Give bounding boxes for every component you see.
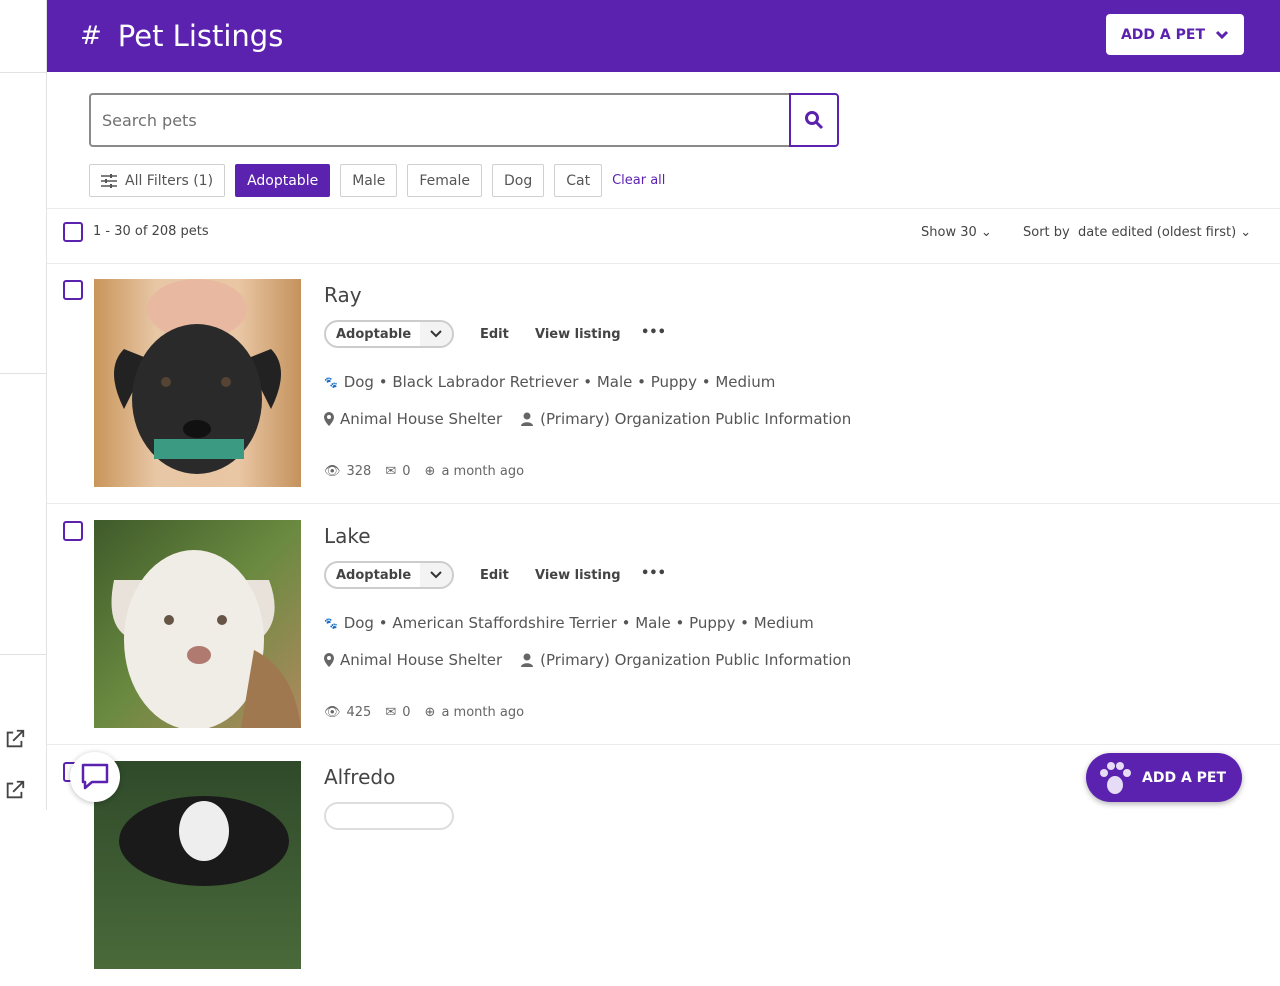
edit-link[interactable]: Edit	[480, 568, 509, 583]
envelope-icon: ✉	[385, 705, 397, 720]
pet-stats: 👁 328 ✉ 0 ⊕ a month ago	[324, 464, 524, 479]
all-filters-label: All Filters (1)	[125, 172, 214, 189]
result-count: 1 - 30 of 208 pets	[93, 224, 209, 239]
eye-icon: 👁	[324, 705, 341, 720]
chevron-down-icon	[420, 322, 452, 346]
status-dropdown[interactable]: Adoptable	[324, 561, 454, 589]
pet-photo[interactable]	[94, 279, 301, 487]
pet-details: 🐾 Dog • American Staffordshire Terrier • …	[324, 614, 814, 632]
plus-circle-icon: ⊕	[424, 705, 436, 720]
sort-label: Sort by	[1023, 225, 1070, 240]
status-value: Adoptable	[336, 326, 412, 342]
divider	[0, 72, 47, 73]
location-text: Animal House Shelter	[340, 410, 503, 428]
chevron-down-icon	[1215, 30, 1229, 39]
filter-chip-adoptable[interactable]: Adoptable	[235, 164, 331, 197]
chat-button[interactable]	[70, 752, 120, 802]
messages-count: 0	[402, 705, 411, 720]
filter-chip-male[interactable]: Male	[340, 164, 398, 197]
pet-checkbox[interactable]	[63, 280, 83, 300]
all-filters-button[interactable]: All Filters (1)	[89, 164, 226, 197]
details-text: Dog • American Staffordshire Terrier • M…	[343, 614, 814, 632]
pet-location: Animal House Shelter (Primary) Organizati…	[324, 410, 851, 428]
user-icon	[521, 412, 534, 426]
sort-select[interactable]: Sort by date edited (oldest first) ⌄	[1023, 225, 1251, 240]
pet-photo[interactable]	[94, 520, 301, 728]
divider	[47, 208, 1280, 209]
pet-stats: 👁 425 ✉ 0 ⊕ a month ago	[324, 705, 524, 720]
fab-label: ADD A PET	[1142, 769, 1227, 786]
pet-checkbox[interactable]	[63, 521, 83, 541]
divider	[0, 373, 47, 374]
add-pet-dropdown-button[interactable]: ADD A PET	[1106, 14, 1244, 55]
filter-chip-cat[interactable]: Cat	[554, 164, 603, 197]
page-title: Pet Listings	[117, 19, 284, 53]
map-pin-icon	[324, 653, 334, 667]
chevron-down-icon	[420, 563, 452, 587]
paw-icon: 🐾	[324, 616, 338, 630]
sliders-icon	[101, 173, 117, 188]
search-input[interactable]	[89, 93, 790, 147]
clear-all-link[interactable]: Clear all	[612, 173, 665, 188]
search-button[interactable]	[789, 93, 839, 147]
sidebar	[0, 0, 47, 810]
pet-row: Lake Adoptable Edit View listing ••• 🐾 Do…	[47, 504, 1280, 745]
dog-photo	[111, 550, 301, 728]
pet-location: Animal House Shelter (Primary) Organizati…	[324, 651, 851, 669]
add-pet-fab[interactable]: ADD A PET	[1086, 753, 1242, 802]
pet-name[interactable]: Ray	[324, 283, 362, 307]
page-size-select[interactable]: Show 30 ⌄	[921, 225, 992, 240]
updated-time: a month ago	[441, 464, 525, 479]
contact-text: (Primary) Organization Public Informatio…	[540, 410, 852, 428]
views-count: 425	[346, 705, 372, 720]
paw-icon	[1100, 761, 1131, 794]
filter-chip-dog[interactable]: Dog	[492, 164, 545, 197]
divider	[0, 654, 47, 655]
views-count: 328	[346, 464, 372, 479]
dog-photo	[119, 796, 289, 886]
more-options-button[interactable]: •••	[641, 325, 666, 340]
pet-details: 🐾 Dog • Black Labrador Retriever • Male •…	[324, 373, 775, 391]
edit-link[interactable]: Edit	[480, 327, 509, 342]
updated-time: a month ago	[441, 705, 525, 720]
dog-photo	[114, 279, 281, 474]
map-pin-icon	[324, 412, 334, 426]
paw-icon: 🐾	[324, 375, 338, 389]
page-size-value: Show 30	[921, 225, 977, 240]
pet-photo[interactable]	[94, 761, 301, 969]
details-text: Dog • Black Labrador Retriever • Male • …	[343, 373, 776, 391]
user-icon	[521, 653, 534, 667]
chat-bubble-icon	[81, 763, 109, 790]
chevron-down-icon: ⌄	[1240, 225, 1252, 240]
select-all-checkbox[interactable]	[63, 222, 83, 242]
filter-bar: All Filters (1) Adoptable Male Female Do…	[89, 164, 665, 197]
status-value: Adoptable	[336, 567, 412, 583]
view-listing-link[interactable]: View listing	[535, 568, 621, 583]
pet-name[interactable]: Lake	[324, 524, 371, 548]
more-options-button[interactable]: •••	[641, 566, 666, 581]
location-text: Animal House Shelter	[340, 651, 503, 669]
page-header: # Pet Listings ADD A PET	[47, 0, 1280, 72]
pet-name[interactable]: Alfredo	[324, 765, 395, 789]
pet-row: Ray Adoptable Edit View listing ••• 🐾 Dog…	[47, 263, 1280, 504]
messages-count: 0	[402, 464, 411, 479]
filter-chip-female[interactable]: Female	[407, 164, 482, 197]
eye-icon: 👁	[324, 464, 341, 479]
hash-icon: #	[80, 21, 102, 51]
external-link-icon[interactable]	[4, 728, 26, 750]
view-listing-link[interactable]: View listing	[535, 327, 621, 342]
plus-circle-icon: ⊕	[424, 464, 436, 479]
search-icon	[805, 111, 824, 130]
envelope-icon: ✉	[385, 464, 397, 479]
external-link-icon[interactable]	[4, 779, 26, 801]
sort-value: date edited (oldest first)	[1078, 225, 1237, 240]
contact-text: (Primary) Organization Public Informatio…	[540, 651, 852, 669]
status-dropdown[interactable]: Adoptable	[324, 320, 454, 348]
add-pet-label: ADD A PET	[1120, 26, 1206, 43]
status-dropdown[interactable]	[324, 802, 454, 830]
chevron-down-icon: ⌄	[980, 225, 992, 240]
